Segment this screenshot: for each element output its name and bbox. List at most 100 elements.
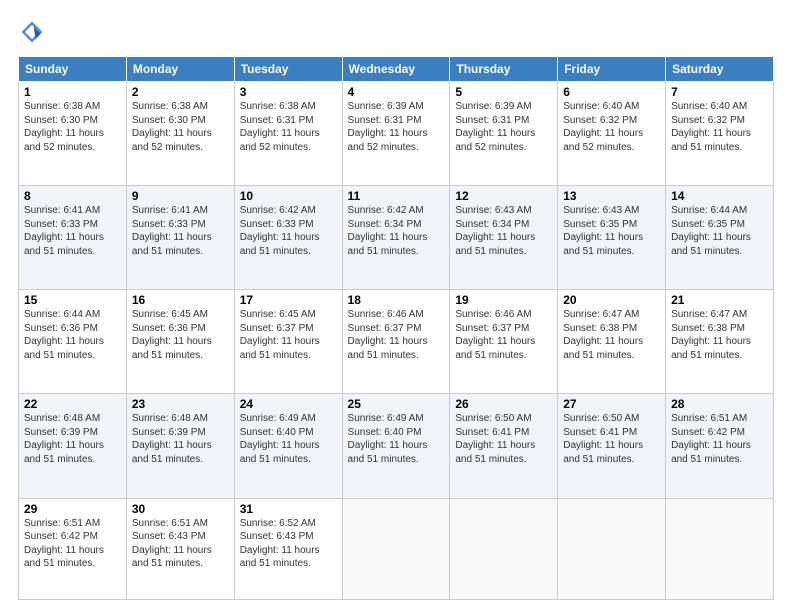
calendar-cell: 8Sunrise: 6:41 AMSunset: 6:33 PMDaylight…: [19, 186, 127, 290]
calendar-cell: 13Sunrise: 6:43 AMSunset: 6:35 PMDayligh…: [558, 186, 666, 290]
day-number: 12: [455, 189, 552, 203]
day-info: Sunrise: 6:45 AMSunset: 6:36 PMDaylight:…: [132, 308, 229, 362]
calendar-cell: 30Sunrise: 6:51 AMSunset: 6:43 PMDayligh…: [126, 498, 234, 600]
calendar-cell: 11Sunrise: 6:42 AMSunset: 6:34 PMDayligh…: [342, 186, 450, 290]
calendar-cell: 18Sunrise: 6:46 AMSunset: 6:37 PMDayligh…: [342, 290, 450, 394]
calendar-cell: 12Sunrise: 6:43 AMSunset: 6:34 PMDayligh…: [450, 186, 558, 290]
calendar-header-friday: Friday: [558, 57, 666, 82]
day-number: 27: [563, 397, 660, 411]
day-info: Sunrise: 6:46 AMSunset: 6:37 PMDaylight:…: [348, 308, 445, 362]
day-info: Sunrise: 6:38 AMSunset: 6:30 PMDaylight:…: [24, 100, 121, 154]
calendar-table: SundayMondayTuesdayWednesdayThursdayFrid…: [18, 56, 774, 600]
calendar-header-thursday: Thursday: [450, 57, 558, 82]
logo-icon: [18, 18, 46, 46]
calendar-cell: 17Sunrise: 6:45 AMSunset: 6:37 PMDayligh…: [234, 290, 342, 394]
calendar-week-row-4: 22Sunrise: 6:48 AMSunset: 6:39 PMDayligh…: [19, 394, 774, 498]
day-info: Sunrise: 6:52 AMSunset: 6:43 PMDaylight:…: [240, 517, 337, 571]
calendar-cell: 2Sunrise: 6:38 AMSunset: 6:30 PMDaylight…: [126, 82, 234, 186]
day-number: 31: [240, 502, 337, 516]
day-number: 5: [455, 85, 552, 99]
day-info: Sunrise: 6:45 AMSunset: 6:37 PMDaylight:…: [240, 308, 337, 362]
day-info: Sunrise: 6:41 AMSunset: 6:33 PMDaylight:…: [24, 204, 121, 258]
day-info: Sunrise: 6:51 AMSunset: 6:42 PMDaylight:…: [24, 517, 121, 571]
day-info: Sunrise: 6:42 AMSunset: 6:33 PMDaylight:…: [240, 204, 337, 258]
calendar-header-row: SundayMondayTuesdayWednesdayThursdayFrid…: [19, 57, 774, 82]
header: [18, 18, 774, 46]
day-number: 2: [132, 85, 229, 99]
day-number: 7: [671, 85, 768, 99]
calendar-header-monday: Monday: [126, 57, 234, 82]
calendar-cell: 14Sunrise: 6:44 AMSunset: 6:35 PMDayligh…: [666, 186, 774, 290]
day-number: 4: [348, 85, 445, 99]
day-number: 28: [671, 397, 768, 411]
day-info: Sunrise: 6:42 AMSunset: 6:34 PMDaylight:…: [348, 204, 445, 258]
calendar-week-row-5: 29Sunrise: 6:51 AMSunset: 6:42 PMDayligh…: [19, 498, 774, 600]
day-info: Sunrise: 6:40 AMSunset: 6:32 PMDaylight:…: [671, 100, 768, 154]
calendar-cell: 15Sunrise: 6:44 AMSunset: 6:36 PMDayligh…: [19, 290, 127, 394]
day-number: 20: [563, 293, 660, 307]
day-number: 30: [132, 502, 229, 516]
calendar-cell: 29Sunrise: 6:51 AMSunset: 6:42 PMDayligh…: [19, 498, 127, 600]
logo: [18, 18, 50, 46]
calendar-cell: 27Sunrise: 6:50 AMSunset: 6:41 PMDayligh…: [558, 394, 666, 498]
calendar-cell: 3Sunrise: 6:38 AMSunset: 6:31 PMDaylight…: [234, 82, 342, 186]
calendar-cell: 9Sunrise: 6:41 AMSunset: 6:33 PMDaylight…: [126, 186, 234, 290]
day-number: 23: [132, 397, 229, 411]
day-number: 21: [671, 293, 768, 307]
calendar-week-row-3: 15Sunrise: 6:44 AMSunset: 6:36 PMDayligh…: [19, 290, 774, 394]
calendar-header-wednesday: Wednesday: [342, 57, 450, 82]
calendar-cell: 22Sunrise: 6:48 AMSunset: 6:39 PMDayligh…: [19, 394, 127, 498]
calendar-cell: 31Sunrise: 6:52 AMSunset: 6:43 PMDayligh…: [234, 498, 342, 600]
calendar-cell: [666, 498, 774, 600]
day-info: Sunrise: 6:41 AMSunset: 6:33 PMDaylight:…: [132, 204, 229, 258]
day-number: 18: [348, 293, 445, 307]
day-number: 14: [671, 189, 768, 203]
day-info: Sunrise: 6:49 AMSunset: 6:40 PMDaylight:…: [348, 412, 445, 466]
day-number: 24: [240, 397, 337, 411]
day-number: 13: [563, 189, 660, 203]
day-number: 10: [240, 189, 337, 203]
day-number: 3: [240, 85, 337, 99]
calendar-week-row-1: 1Sunrise: 6:38 AMSunset: 6:30 PMDaylight…: [19, 82, 774, 186]
day-info: Sunrise: 6:48 AMSunset: 6:39 PMDaylight:…: [24, 412, 121, 466]
calendar-cell: [558, 498, 666, 600]
calendar-cell: 20Sunrise: 6:47 AMSunset: 6:38 PMDayligh…: [558, 290, 666, 394]
day-info: Sunrise: 6:40 AMSunset: 6:32 PMDaylight:…: [563, 100, 660, 154]
day-info: Sunrise: 6:38 AMSunset: 6:30 PMDaylight:…: [132, 100, 229, 154]
calendar-header-tuesday: Tuesday: [234, 57, 342, 82]
day-info: Sunrise: 6:50 AMSunset: 6:41 PMDaylight:…: [563, 412, 660, 466]
calendar-cell: 5Sunrise: 6:39 AMSunset: 6:31 PMDaylight…: [450, 82, 558, 186]
calendar-cell: 21Sunrise: 6:47 AMSunset: 6:38 PMDayligh…: [666, 290, 774, 394]
day-info: Sunrise: 6:47 AMSunset: 6:38 PMDaylight:…: [671, 308, 768, 362]
day-number: 19: [455, 293, 552, 307]
day-info: Sunrise: 6:43 AMSunset: 6:34 PMDaylight:…: [455, 204, 552, 258]
day-info: Sunrise: 6:43 AMSunset: 6:35 PMDaylight:…: [563, 204, 660, 258]
page: SundayMondayTuesdayWednesdayThursdayFrid…: [0, 0, 792, 612]
day-number: 11: [348, 189, 445, 203]
calendar-cell: 6Sunrise: 6:40 AMSunset: 6:32 PMDaylight…: [558, 82, 666, 186]
calendar-cell: 25Sunrise: 6:49 AMSunset: 6:40 PMDayligh…: [342, 394, 450, 498]
calendar-cell: 1Sunrise: 6:38 AMSunset: 6:30 PMDaylight…: [19, 82, 127, 186]
calendar-cell: 26Sunrise: 6:50 AMSunset: 6:41 PMDayligh…: [450, 394, 558, 498]
calendar-cell: [342, 498, 450, 600]
day-number: 16: [132, 293, 229, 307]
calendar-cell: 28Sunrise: 6:51 AMSunset: 6:42 PMDayligh…: [666, 394, 774, 498]
day-number: 26: [455, 397, 552, 411]
calendar-header-sunday: Sunday: [19, 57, 127, 82]
day-info: Sunrise: 6:49 AMSunset: 6:40 PMDaylight:…: [240, 412, 337, 466]
day-number: 22: [24, 397, 121, 411]
calendar-cell: 23Sunrise: 6:48 AMSunset: 6:39 PMDayligh…: [126, 394, 234, 498]
calendar-cell: 10Sunrise: 6:42 AMSunset: 6:33 PMDayligh…: [234, 186, 342, 290]
calendar-cell: 4Sunrise: 6:39 AMSunset: 6:31 PMDaylight…: [342, 82, 450, 186]
calendar-header-saturday: Saturday: [666, 57, 774, 82]
day-number: 29: [24, 502, 121, 516]
day-number: 8: [24, 189, 121, 203]
day-number: 1: [24, 85, 121, 99]
calendar-cell: 7Sunrise: 6:40 AMSunset: 6:32 PMDaylight…: [666, 82, 774, 186]
day-number: 25: [348, 397, 445, 411]
calendar-cell: 16Sunrise: 6:45 AMSunset: 6:36 PMDayligh…: [126, 290, 234, 394]
day-info: Sunrise: 6:47 AMSunset: 6:38 PMDaylight:…: [563, 308, 660, 362]
day-info: Sunrise: 6:48 AMSunset: 6:39 PMDaylight:…: [132, 412, 229, 466]
calendar-cell: [450, 498, 558, 600]
calendar-cell: 19Sunrise: 6:46 AMSunset: 6:37 PMDayligh…: [450, 290, 558, 394]
